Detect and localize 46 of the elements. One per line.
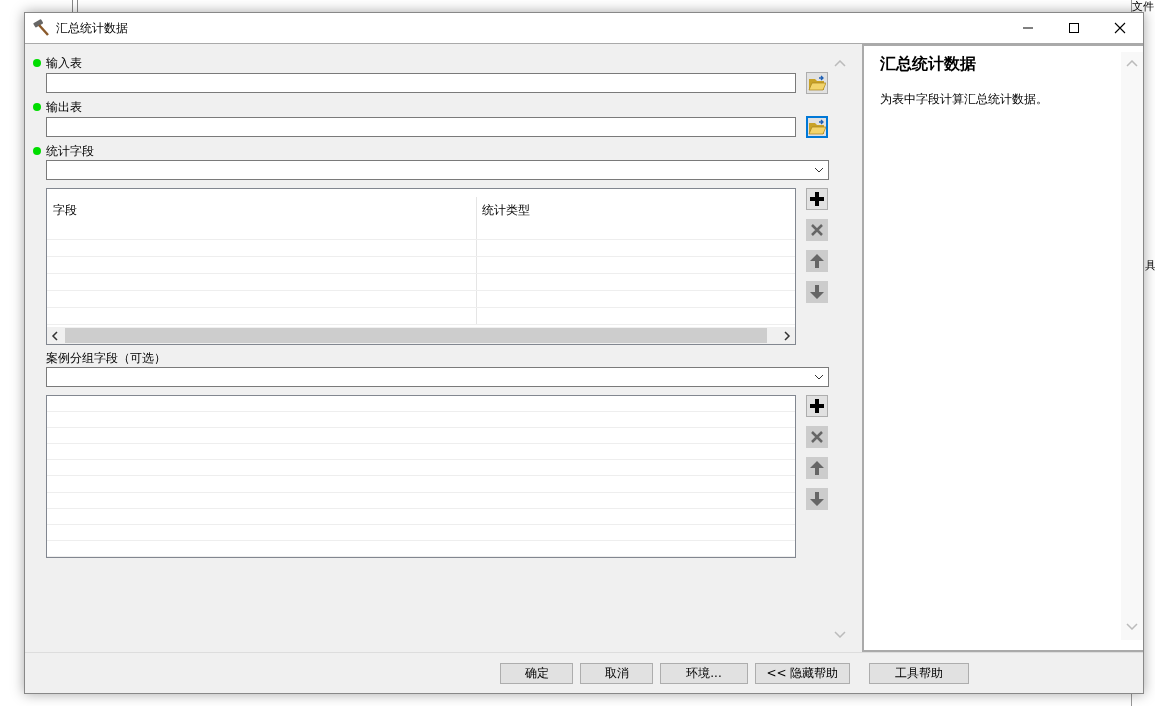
dialog-button[interactable]: 工具帮助 bbox=[869, 662, 969, 684]
tree-item: 文件 bbox=[1132, 0, 1155, 13]
help-text: 为表中字段计算汇总统计数据。 bbox=[880, 91, 1049, 108]
chevron-up-icon bbox=[1126, 60, 1138, 67]
close-icon bbox=[1114, 22, 1126, 34]
chevron-down-icon bbox=[1126, 623, 1138, 630]
column-header: 字段 bbox=[47, 197, 477, 223]
plus-icon bbox=[809, 191, 825, 207]
input-field[interactable] bbox=[46, 73, 796, 93]
plus-icon bbox=[809, 398, 825, 414]
folder-icon bbox=[808, 119, 826, 135]
help-title: 汇总统计数据 bbox=[880, 53, 977, 75]
browse-button[interactable] bbox=[806, 116, 828, 138]
arrow-down-icon bbox=[809, 284, 825, 300]
dialog-button[interactable]: 环境... bbox=[660, 662, 748, 684]
field-label: 统计字段 bbox=[46, 143, 94, 160]
arrow-up-icon bbox=[809, 253, 825, 269]
add-button[interactable] bbox=[806, 188, 828, 210]
chevron-down-icon bbox=[834, 631, 846, 638]
field-label: 输出表 bbox=[46, 99, 82, 116]
dialog-button[interactable]: << 隐藏帮助 bbox=[755, 662, 850, 684]
horizontal-scrollbar[interactable] bbox=[47, 327, 795, 344]
chevron-down-icon bbox=[814, 374, 824, 380]
dropdown-field[interactable] bbox=[46, 367, 829, 387]
maximize-icon bbox=[1068, 22, 1080, 34]
folder-icon bbox=[808, 75, 826, 91]
chevron-left-icon bbox=[51, 330, 59, 341]
arrow-up-icon bbox=[809, 460, 825, 476]
dialog-button[interactable]: 取消 bbox=[580, 662, 653, 684]
chevron-down-icon bbox=[814, 167, 824, 173]
column-header: 统计类型 bbox=[481, 202, 531, 219]
input-field[interactable] bbox=[46, 117, 796, 137]
close-icon bbox=[809, 429, 825, 445]
hammer-icon bbox=[32, 19, 50, 37]
field-label: 输入表 bbox=[46, 55, 82, 72]
chevron-up-icon bbox=[834, 60, 846, 67]
close-icon bbox=[809, 222, 825, 238]
arrow-down-icon bbox=[809, 491, 825, 507]
tree-item: 具 bbox=[1145, 259, 1155, 272]
add-button[interactable] bbox=[806, 395, 828, 417]
field-label: 案例分组字段（可选） bbox=[46, 350, 166, 367]
dialog-button[interactable]: 确定 bbox=[500, 662, 573, 684]
chevron-right-icon bbox=[783, 330, 791, 341]
window-title: 汇总统计数据 bbox=[56, 20, 128, 37]
dropdown-field[interactable] bbox=[46, 160, 829, 180]
browse-button[interactable] bbox=[806, 72, 828, 94]
